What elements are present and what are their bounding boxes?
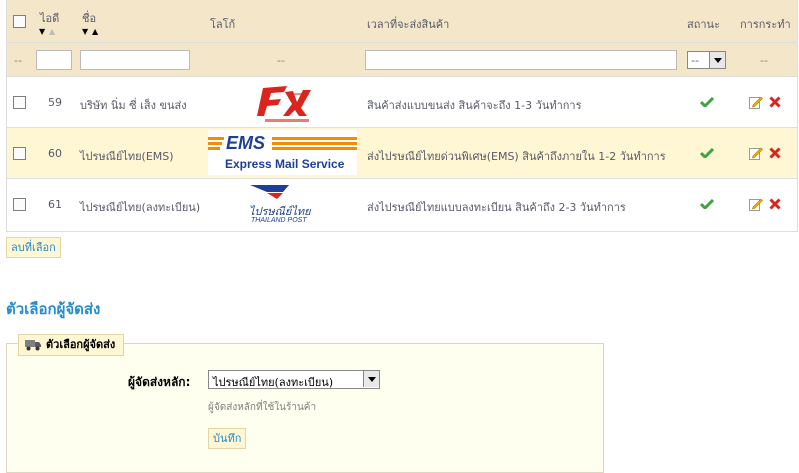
sort-desc-icon[interactable]: ▼ [82,28,88,36]
delete-selected-button[interactable]: ลบที่เลือก [6,237,61,258]
status-filter-select[interactable]: -- [687,51,726,69]
status-filter-value: -- [691,54,699,67]
row-name: ไปรษณีย์ไทย(EMS) [80,150,174,163]
legend-label: ตัวเลือกผู้จัดส่ง [46,338,116,351]
row-id: 61 [48,198,62,211]
ems-logo-mark: EMS [226,133,266,153]
id-filter-input[interactable] [36,50,72,70]
column-header-name: ชื่อ [82,12,97,25]
delete-icon[interactable] [769,198,781,210]
ems-logo-tagline: Express Mail Service [225,157,345,171]
thailand-post-english: THAILAND POST [251,217,307,224]
thailand-post-logo: ไปรษณีย์ไทย THAILAND POST [245,183,321,229]
row-name: ไปรษณีย์ไทย(ลงทะเบียน) [80,201,201,214]
check-icon[interactable] [700,199,714,209]
column-header-id: ไอดี [40,12,60,25]
table-header: ไอดี ▼ ▲ ชื่อ ▼ ▲ โลโก้ เวลาที่จะส่งสินค… [7,0,797,43]
row-checkbox[interactable] [13,198,26,211]
filter-row: -- -- -- -- [7,43,797,77]
name-filter-input[interactable] [80,50,190,70]
chevron-down-icon[interactable] [363,371,379,387]
column-header-status: สถานะ [687,18,720,31]
edit-icon[interactable] [749,146,763,160]
actions-filter-placeholder: -- [760,54,768,67]
sort-asc-icon[interactable]: ▲ [49,28,55,36]
default-carrier-hint: ผู้จัดส่งหลักที่ใช้ในร้านค้า [208,402,317,413]
save-button[interactable]: บันทึก [208,428,247,449]
check-icon[interactable] [700,97,714,107]
select-all-checkbox[interactable] [13,15,26,28]
section-title: ตัวเลือกผู้จัดส่ง [6,300,101,318]
row-id: 60 [48,147,62,160]
logo-filter-placeholder: -- [277,54,285,67]
delay-filter-input[interactable] [365,50,677,70]
check-icon[interactable] [700,148,714,158]
filter-placeholder: -- [14,54,22,67]
row-delay: สินค้าส่งแบบขนส่ง สินค้าจะถึง 1-3 วันทำก… [367,99,582,112]
edit-icon[interactable] [749,197,763,211]
truck-icon [25,340,41,351]
fieldset-legend: ตัวเลือกผู้จัดส่ง [18,334,125,356]
carriers-table: ไอดี ▼ ▲ ชื่อ ▼ ▲ โลโก้ เวลาที่จะส่งสินค… [6,0,798,232]
row-checkbox[interactable] [13,147,26,160]
table-row[interactable]: 61 ไปรษณีย์ไทย(ลงทะเบียน) ไปรษณีย์ไทย TH… [7,179,797,231]
row-checkbox[interactable] [13,96,26,109]
default-carrier-label: ผู้จัดส่งหลัก: [128,375,191,389]
default-carrier-select[interactable]: ไปรษณีย์ไทย(ลงทะเบียน) [208,370,380,389]
sort-asc-icon[interactable]: ▲ [92,28,98,36]
delete-icon[interactable] [769,96,781,108]
ems-logo: EMS Express Mail Service [208,130,357,175]
row-id: 59 [48,96,62,109]
table-row[interactable]: 59 บริษัท นิ่ม ซี่ เส็ง ขนส่ง สินค้าส่งแ… [7,77,797,128]
column-header-actions: การกระทำ [740,18,791,31]
column-header-delay: เวลาที่จะส่งสินค้า [367,18,450,31]
table-row[interactable]: 60 ไปรษณีย์ไทย(EMS) EMS Express Mail Ser… [7,128,797,179]
column-header-logo: โลโก้ [210,18,236,31]
edit-icon[interactable] [749,95,763,109]
default-carrier-value: ไปรษณีย์ไทย(ลงทะเบียน) [213,376,334,389]
nim-see-seng-logo [257,82,315,124]
row-delay: ส่งไปรษณีย์ไทยด่วนพิเศษ(EMS) สินค้าถึงภา… [367,150,666,163]
chevron-down-icon[interactable] [709,52,725,68]
row-delay: ส่งไปรษณีย์ไทยแบบลงทะเบียน สินค้าถึง 2-3… [367,201,626,214]
delete-icon[interactable] [769,147,781,159]
row-name: บริษัท นิ่ม ซี่ เส็ง ขนส่ง [80,99,187,112]
sort-desc-icon[interactable]: ▼ [39,28,45,36]
